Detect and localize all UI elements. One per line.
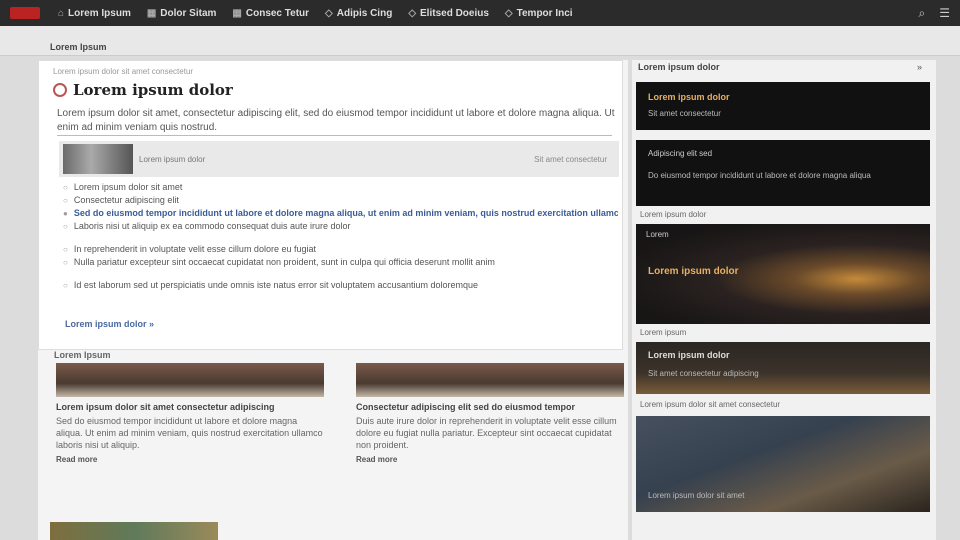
card-text: Lorem ipsum dolor sit amet [648,491,745,500]
sidebar-caption: Lorem ipsum dolor sit amet consectetur [640,400,781,409]
sidebar-caption: Lorem ipsum dolor [640,210,707,219]
feature-tag: Lorem [646,230,669,239]
menu-icon[interactable]: ☰ [939,6,950,21]
tag-icon: ◇ [325,7,333,19]
tag-icon: ◇ [504,7,513,19]
divider [57,135,612,136]
article-subhead: Lorem ipsum dolor sit amet, consectetur … [57,108,615,133]
story-image[interactable] [50,522,218,540]
list-item: ○ Consectetur adipiscing elit [63,195,179,205]
nav-item-6[interactable]: ◇ Tempor Inci [505,8,573,19]
bullet-icon: ● [63,209,68,218]
story-card[interactable]: Lorem ipsum dolor sit amet consectetur a… [56,363,324,464]
refresh-icon [53,83,67,97]
card-text: Sit amet consectetur adipiscing [648,369,759,378]
card-text: Sit amet consectetur [648,109,721,118]
story-card[interactable]: Consectetur adipiscing elit sed do eiusm… [356,363,624,464]
sidebar-title: Lorem ipsum dolor [638,62,720,72]
section-bar: Lorem Ipsum [0,26,960,56]
main-column: Lorem ipsum dolor sit amet consectetur L… [38,60,628,540]
tag-icon: ◇ [408,7,417,19]
list-item: ○ In reprehenderit in voluptate velit ess… [63,244,316,254]
home-icon: ⌂ [58,7,65,19]
nav-item-3[interactable]: ▦ Consec Tetur [232,8,309,19]
story-title[interactable]: Consectetur adipiscing elit sed do eiusm… [356,401,624,413]
search-icon[interactable]: ⌕ [919,6,926,21]
sidebar-caption: Lorem ipsum [640,328,687,337]
media-caption: Lorem ipsum dolor [139,154,206,164]
nav-item-5[interactable]: ◇ Elitsed Doeius [408,8,489,19]
card-text: Adipiscing elit sed [648,149,713,158]
media-thumbnail[interactable] [63,144,133,174]
bullet-icon: ○ [63,222,68,231]
media-meta: Sit amet consectetur [534,154,607,164]
sidebar: Lorem ipsum dolor » Lorem ipsum dolor Si… [632,60,936,540]
card-title: Lorem ipsum dolor [648,350,730,360]
list-item: ○ Id est laborum sed ut perspiciatis unde… [63,280,479,290]
read-more-link[interactable]: Read more [56,455,324,464]
read-more-link[interactable]: Read more [356,455,624,464]
bullet-icon: ○ [63,281,68,290]
story-desc: Sed do eiusmod tempor incididunt ut labo… [56,416,323,450]
grid-icon: ▦ [146,7,157,19]
bullet-icon: ○ [63,245,68,254]
card-text: Do eiusmod tempor incididunt ut labore e… [648,171,871,180]
nav-item-4[interactable]: ◇ Adipis Cing [325,8,392,19]
section-label: Lorem Ipsum [54,350,111,360]
sidebar-card[interactable]: Lorem ipsum dolor sit amet [636,416,930,512]
list-item: ○ Laboris nisi ut aliquip ex ea commodo c… [63,221,351,231]
nav-item-2[interactable]: ▦ Dolor Sitam [147,8,217,19]
story-desc: Duis aute irure dolor in reprehenderit i… [356,416,617,450]
story-image[interactable] [356,363,624,397]
bullet-icon: ○ [63,196,68,205]
sidebar-card[interactable]: Lorem ipsum dolor Sit amet consectetur [636,82,930,130]
grid-icon: ▦ [232,7,242,19]
article-link[interactable]: ● Sed do eiusmod tempor incididunt ut lab… [63,207,618,220]
sidebar-more-link[interactable]: » [917,62,922,72]
feature-image[interactable]: Lorem Lorem ipsum dolor [636,224,930,324]
breadcrumb[interactable]: Lorem ipsum dolor sit amet consectetur [53,67,193,76]
top-nav: ⌂ Lorem Ipsum ▦ Dolor Sitam ▦ Consec Tetur … [0,0,960,26]
story-image[interactable] [56,363,324,397]
article-headline: Lorem ipsum dolor [53,81,233,99]
list-item: ○ Lorem ipsum dolor sit amet [63,182,183,192]
bullet-icon: ○ [63,258,68,267]
card-title: Lorem ipsum dolor [648,92,730,102]
story-title[interactable]: Lorem ipsum dolor sit amet consectetur a… [56,401,324,413]
media-row[interactable]: Lorem ipsum dolor Sit amet consectetur [59,141,619,177]
article-body: ○ Lorem ipsum dolor sit amet ○ Consectetur… [63,181,618,292]
nav-item-1[interactable]: ⌂ Lorem Ipsum [58,8,131,19]
sidebar-card[interactable]: Lorem ipsum dolor Sit amet consectetur a… [636,342,930,394]
site-logo[interactable] [10,7,40,19]
list-item: ○ Nulla pariatur excepteur sint occaecat … [63,257,495,267]
feature-title: Lorem ipsum dolor [648,266,739,277]
bullet-icon: ○ [63,183,68,192]
more-link[interactable]: Lorem ipsum dolor » [65,319,154,329]
section-title: Lorem Ipsum [50,42,107,52]
sidebar-card[interactable]: Adipiscing elit sed Do eiusmod tempor in… [636,140,930,206]
article-card: Lorem ipsum dolor sit amet consectetur L… [38,60,623,350]
